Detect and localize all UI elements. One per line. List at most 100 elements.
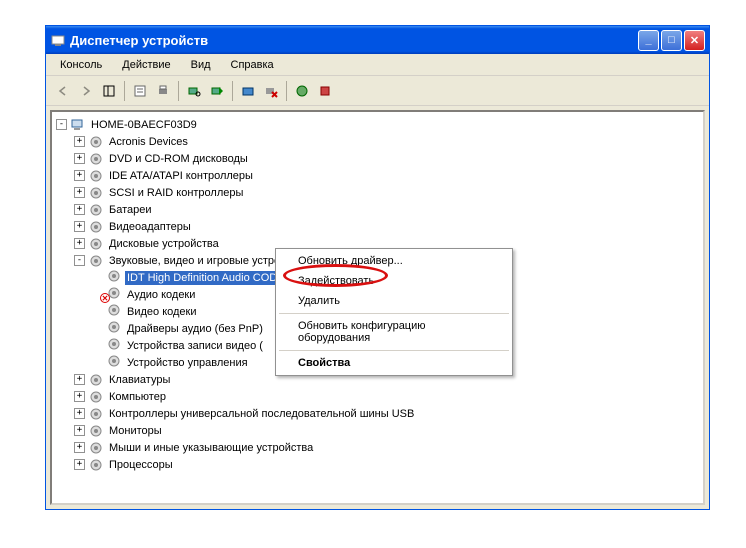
category-icon — [88, 372, 104, 388]
ctx-update-driver[interactable]: Обновить драйвер... — [278, 251, 510, 271]
menu-action[interactable]: Действие — [114, 57, 178, 73]
category-icon — [88, 389, 104, 405]
node-label: Устройство управления — [125, 356, 250, 370]
expander-icon[interactable]: + — [74, 204, 85, 215]
node-label: Видео кодеки — [125, 305, 199, 319]
category-icon — [88, 202, 104, 218]
tree-category[interactable]: + Видеоадаптеры — [56, 218, 699, 235]
category-icon — [88, 236, 104, 252]
category-icon — [88, 185, 104, 201]
tree-category[interactable]: + SCSI и RAID контроллеры — [56, 184, 699, 201]
ctx-enable[interactable]: Задействовать — [278, 271, 510, 291]
tree-category[interactable]: + IDE ATA/ATAPI контроллеры — [56, 167, 699, 184]
node-label: HOME-0BAECF03D9 — [89, 118, 199, 132]
node-label: Контроллеры универсальной последовательн… — [107, 407, 416, 421]
expander-icon[interactable]: + — [74, 170, 85, 181]
category-icon — [88, 440, 104, 456]
category-icon — [88, 253, 104, 269]
app-icon — [50, 32, 66, 48]
node-label: IDT High Definition Audio CODEC — [125, 271, 294, 285]
menu-help[interactable]: Справка — [223, 57, 282, 73]
tree-view[interactable]: - HOME-0BAECF03D9 + Acronis Devices + DVD и… — [50, 110, 705, 505]
tree-category[interactable]: + Батареи — [56, 201, 699, 218]
minimize-button[interactable]: _ — [638, 30, 659, 51]
node-label: Драйверы аудио (без PnP) — [125, 322, 265, 336]
tool-button-1[interactable] — [291, 80, 313, 102]
uninstall-button[interactable] — [260, 80, 282, 102]
enable-button[interactable] — [206, 80, 228, 102]
print-button[interactable] — [152, 80, 174, 102]
node-label: Процессоры — [107, 458, 175, 472]
titlebar[interactable]: Диспетчер устройств _ □ ✕ — [46, 26, 709, 54]
expander-icon[interactable]: + — [74, 425, 85, 436]
expander-icon[interactable]: + — [74, 442, 85, 453]
node-label: Мониторы — [107, 424, 164, 438]
tree-category[interactable]: + Контроллеры универсальной последователь… — [56, 405, 699, 422]
show-hide-tree-button[interactable] — [98, 80, 120, 102]
tree-category[interactable]: + Процессоры — [56, 456, 699, 473]
forward-button — [75, 80, 97, 102]
toolbar — [46, 76, 709, 106]
device-icon — [106, 355, 122, 371]
expander-icon[interactable]: + — [74, 459, 85, 470]
node-label: Acronis Devices — [107, 135, 190, 149]
back-button — [52, 80, 74, 102]
node-label: Батареи — [107, 203, 154, 217]
expander-icon[interactable]: + — [74, 136, 85, 147]
ctx-properties[interactable]: Свойства — [278, 353, 510, 373]
expander-icon[interactable]: + — [74, 221, 85, 232]
node-label: Мыши и иные указывающие устройства — [107, 441, 315, 455]
node-label: DVD и CD-ROM дисководы — [107, 152, 250, 166]
node-label: Устройства записи видео ( — [125, 339, 265, 353]
category-icon — [88, 219, 104, 235]
node-label: Клавиатуры — [107, 373, 172, 387]
scan-hardware-button[interactable] — [183, 80, 205, 102]
properties-button[interactable] — [129, 80, 151, 102]
context-menu: Обновить драйвер... Задействовать Удалит… — [275, 248, 513, 376]
menu-console[interactable]: Консоль — [52, 57, 110, 73]
expander-icon[interactable]: - — [56, 119, 67, 130]
device-icon — [106, 304, 122, 320]
node-label: Дисковые устройства — [107, 237, 221, 251]
ctx-scan[interactable]: Обновить конфигурацию оборудования — [278, 316, 510, 348]
expander-icon[interactable]: + — [74, 238, 85, 249]
node-label: SCSI и RAID контроллеры — [107, 186, 245, 200]
update-driver-button[interactable] — [237, 80, 259, 102]
expander-icon[interactable]: + — [74, 187, 85, 198]
device-icon: ✕ — [106, 270, 122, 286]
tree-category[interactable]: + Компьютер — [56, 388, 699, 405]
category-icon — [88, 406, 104, 422]
expander-icon[interactable]: + — [74, 374, 85, 385]
expander-icon[interactable]: + — [74, 391, 85, 402]
category-icon — [88, 134, 104, 150]
tool-button-2[interactable] — [314, 80, 336, 102]
expander-icon[interactable]: - — [74, 255, 85, 266]
node-label: IDE ATA/ATAPI контроллеры — [107, 169, 255, 183]
tree-category[interactable]: + Acronis Devices — [56, 133, 699, 150]
ctx-uninstall[interactable]: Удалить — [278, 291, 510, 311]
computer-icon — [70, 117, 86, 133]
menu-view[interactable]: Вид — [183, 57, 219, 73]
node-label: Видеоадаптеры — [107, 220, 193, 234]
maximize-button[interactable]: □ — [661, 30, 682, 51]
tree-category[interactable]: + Мониторы — [56, 422, 699, 439]
expander-icon[interactable]: + — [74, 408, 85, 419]
tree-category[interactable]: + Мыши и иные указывающие устройства — [56, 439, 699, 456]
tree-category[interactable]: + DVD и CD-ROM дисководы — [56, 150, 699, 167]
node-label: Аудио кодеки — [125, 288, 197, 302]
tree-root[interactable]: - HOME-0BAECF03D9 — [56, 116, 699, 133]
category-icon — [88, 423, 104, 439]
device-icon — [106, 287, 122, 303]
separator — [279, 313, 509, 314]
device-icon — [106, 321, 122, 337]
category-icon — [88, 151, 104, 167]
device-manager-window: Диспетчер устройств _ □ ✕ Консоль Действ… — [45, 25, 710, 510]
window-title: Диспетчер устройств — [70, 33, 638, 48]
expander-icon[interactable]: + — [74, 153, 85, 164]
category-icon — [88, 168, 104, 184]
category-icon — [88, 457, 104, 473]
node-label: Компьютер — [107, 390, 168, 404]
separator — [279, 350, 509, 351]
device-icon — [106, 338, 122, 354]
close-button[interactable]: ✕ — [684, 30, 705, 51]
